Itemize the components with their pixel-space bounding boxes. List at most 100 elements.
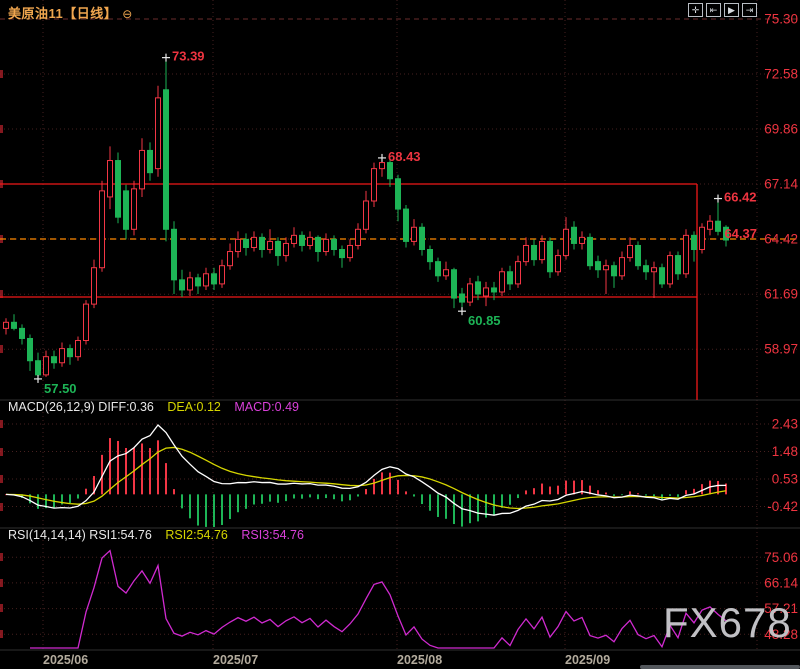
candle-body	[708, 221, 713, 229]
macd-bar	[509, 494, 511, 504]
macd-bar	[285, 494, 287, 501]
chart-canvas[interactable]: 57.5073.3968.4360.8566.4264.3775.3072.58…	[0, 0, 800, 669]
candle-body	[372, 169, 377, 201]
macd-bar	[685, 490, 687, 494]
crosshair-tool-button[interactable]: ✛	[688, 3, 703, 17]
high-price-annotation: 66.42	[724, 190, 757, 205]
trading-app-window: 57.5073.3968.4360.8566.4264.3775.3072.58…	[0, 0, 800, 669]
clipped-left-axis-fragment	[0, 579, 3, 587]
jump-to-latest-button[interactable]: ⇥	[742, 3, 757, 17]
macd-bar	[205, 494, 207, 527]
rsi-params-rsi1-label: RSI(14,14,14) RSI1:54.76	[8, 528, 152, 542]
candle-body	[620, 258, 625, 276]
macd-bar	[525, 490, 527, 494]
rsi-line	[30, 551, 726, 648]
macd-bar	[669, 494, 671, 495]
macd-bar	[677, 494, 679, 496]
macd-bar	[405, 491, 407, 494]
macd-bar	[301, 494, 303, 498]
macd-bar	[645, 494, 647, 495]
candle-body	[364, 201, 369, 229]
candle-body	[148, 150, 153, 172]
macd-bar	[533, 488, 535, 494]
candle-body	[252, 237, 257, 247]
macd-bar	[381, 472, 383, 494]
macd-bar	[461, 494, 463, 526]
macd-bar	[469, 494, 471, 523]
candle-body	[388, 163, 393, 179]
macd-params-diff-label: MACD(26,12,9) DIFF:0.36	[8, 400, 154, 414]
rsi-axis-label: 75.06	[764, 550, 798, 565]
candle-body	[452, 270, 457, 298]
macd-bar	[565, 481, 567, 495]
macd-bar	[237, 494, 239, 512]
x-axis-month-label: 2025/09	[565, 653, 610, 667]
macd-bar	[333, 494, 335, 499]
candle-body	[612, 266, 617, 276]
clipped-left-axis-fragment	[0, 125, 3, 133]
candle-body	[692, 235, 697, 249]
macd-bar	[621, 494, 623, 495]
last-close-label: 64.37	[724, 226, 757, 241]
macd-bar	[429, 494, 431, 510]
clipped-left-axis-fragment	[0, 345, 3, 353]
candle-body	[532, 245, 537, 259]
candle-body	[4, 322, 9, 328]
macd-bar	[69, 494, 71, 503]
macd-bar	[245, 494, 247, 509]
candle-body	[636, 245, 641, 265]
candle-body	[260, 237, 265, 249]
collapse-pane-icon[interactable]: ⊖	[122, 7, 133, 21]
macd-bar	[653, 494, 655, 496]
candle-body	[316, 237, 321, 251]
diff-line	[6, 425, 726, 515]
horizontal-scrollbar-thumb[interactable]	[640, 665, 800, 669]
macd-bar	[317, 494, 319, 499]
candle-body	[428, 250, 433, 262]
macd-axis-label: -0.42	[767, 499, 798, 514]
candle-body	[44, 357, 49, 375]
macd-bar	[437, 494, 439, 517]
rsi-axis-label: 66.14	[764, 575, 798, 590]
macd-axis-label: 0.53	[772, 472, 798, 487]
macd-bar	[421, 494, 423, 504]
candle-body	[68, 349, 73, 357]
candle-body	[188, 278, 193, 290]
scale-left-button[interactable]: ⇤	[706, 3, 721, 17]
candle-body	[580, 237, 585, 243]
macd-bar	[85, 489, 87, 495]
candle-body	[676, 256, 681, 274]
macd-bar	[597, 490, 599, 494]
high-price-annotation: 73.39	[172, 49, 205, 64]
symbol-title: 美原油11【日线】	[8, 6, 117, 21]
macd-bar	[397, 480, 399, 494]
candle-body	[716, 221, 721, 231]
clipped-left-axis-fragment	[0, 475, 3, 483]
candle-body	[420, 227, 425, 249]
macd-bar	[701, 484, 703, 494]
candle-body	[228, 252, 233, 266]
price-axis-label: 75.30	[764, 12, 798, 27]
macd-axis-label: 1.48	[772, 444, 798, 459]
macd-bar	[181, 494, 183, 508]
candle-body	[36, 361, 41, 375]
candle-body	[220, 266, 225, 284]
macd-bar	[389, 473, 391, 495]
price-axis-label: 72.58	[764, 67, 798, 82]
candle-body	[572, 227, 577, 243]
macd-bar	[253, 494, 255, 504]
candle-body	[204, 274, 209, 286]
candle-body	[444, 270, 449, 276]
auto-scroll-button[interactable]: ▶	[724, 3, 739, 17]
macd-bar	[229, 494, 231, 519]
candle-body	[284, 243, 289, 255]
macd-bar	[197, 494, 199, 525]
macd-bar	[349, 494, 351, 500]
macd-bar	[173, 489, 175, 494]
macd-bar	[77, 494, 79, 498]
price-axis-label: 58.97	[764, 342, 798, 357]
macd-bar	[557, 486, 559, 495]
macd-bar	[325, 494, 327, 498]
candle-body	[108, 161, 113, 197]
macd-bar	[293, 494, 295, 498]
